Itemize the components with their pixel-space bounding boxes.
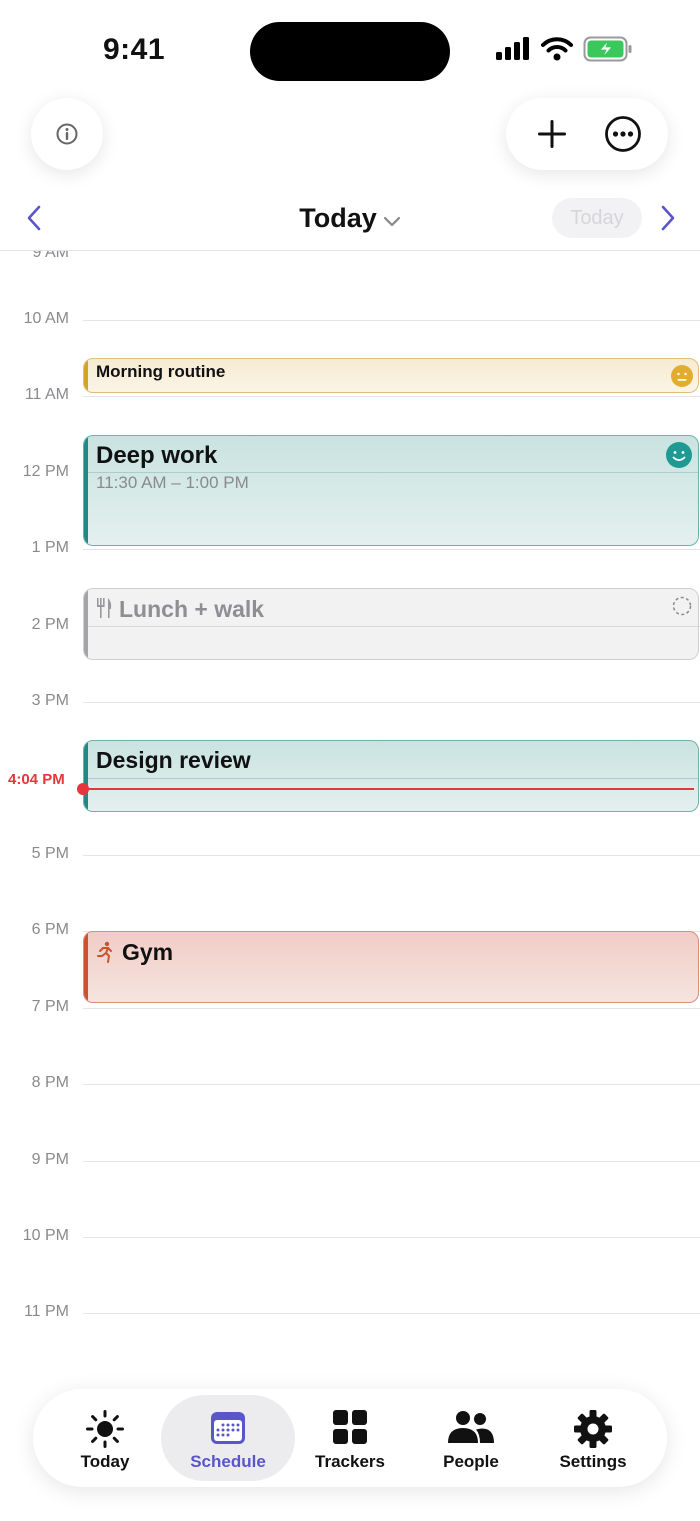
hour-line	[83, 320, 700, 321]
event-lunch-walk[interactable]: Lunch + walk	[83, 588, 699, 660]
hour-label: 6 PM	[31, 921, 69, 938]
hour-row: 11 AM	[0, 386, 700, 403]
event-color-bar	[84, 436, 88, 545]
pending-circle-icon	[672, 596, 692, 616]
hour-row: 5 PM	[0, 845, 700, 862]
event-design-review[interactable]: Design review	[83, 740, 699, 812]
status-icons	[495, 36, 633, 62]
tab-schedule[interactable]: Schedule	[161, 1395, 295, 1481]
hour-line	[83, 1084, 700, 1085]
more-button[interactable]	[598, 109, 648, 159]
event-divider	[88, 778, 698, 779]
people-icon	[448, 1411, 494, 1443]
battery-charging-icon	[583, 36, 632, 62]
hour-label: 7 PM	[31, 998, 69, 1015]
page-title: Today	[299, 203, 377, 233]
hour-label: 9 PM	[31, 1151, 69, 1168]
event-morning-routine[interactable]: Morning routine	[83, 358, 699, 393]
hour-row: 9 PM	[0, 1151, 700, 1168]
fork-knife-icon	[97, 598, 112, 618]
hour-line	[83, 549, 700, 550]
actions-pill	[506, 98, 668, 170]
event-time: 11:30 AM – 1:00 PM	[96, 473, 249, 492]
hour-row: 1 PM	[0, 539, 700, 556]
hour-row: 10 PM	[0, 1227, 700, 1244]
hour-row: 8 PM	[0, 1074, 700, 1091]
tab-today[interactable]: Today	[38, 1395, 172, 1481]
hour-label: 1 PM	[31, 539, 69, 556]
tab-label: Today	[80, 1452, 130, 1471]
hour-label: 10 PM	[22, 1227, 69, 1244]
tab-settings[interactable]: Settings	[526, 1395, 660, 1481]
hour-label: 8 PM	[31, 1074, 69, 1091]
neutral-face-icon	[671, 365, 693, 387]
today-button[interactable]: Today	[552, 198, 642, 238]
hour-row: 11 PM	[0, 1303, 700, 1320]
hour-label: 5 PM	[31, 845, 69, 862]
next-day-button[interactable]	[656, 203, 680, 233]
tab-bar: Today Schedule Trackers People Settings	[33, 1389, 667, 1487]
add-button[interactable]	[527, 109, 577, 159]
hour-label: 11 AM	[24, 386, 69, 403]
info-button[interactable]	[31, 98, 103, 170]
hour-row: 10 AM	[0, 310, 700, 327]
event-title: Morning routine	[96, 362, 226, 381]
event-color-bar	[84, 741, 88, 811]
hour-line	[83, 1161, 700, 1162]
tab-label: People	[443, 1452, 499, 1471]
chevron-right-icon	[661, 205, 675, 231]
tab-trackers[interactable]: Trackers	[283, 1395, 417, 1481]
event-title: Gym	[122, 939, 174, 965]
tab-people[interactable]: People	[404, 1395, 538, 1481]
event-color-bar	[84, 589, 88, 659]
info-icon	[56, 123, 78, 145]
tab-label: Settings	[559, 1452, 627, 1471]
event-deep-work[interactable]: Deep work 11:30 AM – 1:00 PM	[83, 435, 699, 546]
status-time: 9:41	[103, 33, 166, 66]
plus-icon	[537, 120, 566, 148]
hour-label: 12 PM	[22, 463, 69, 480]
grid-icon	[333, 1410, 367, 1444]
hour-label: 9 AM	[32, 251, 69, 261]
event-color-bar	[84, 359, 88, 392]
hour-row: 7 PM	[0, 998, 700, 1015]
hour-line	[83, 396, 700, 397]
hour-line	[83, 702, 700, 703]
wifi-icon	[541, 37, 573, 61]
calendar-icon	[211, 1412, 245, 1444]
hour-label: 11 PM	[23, 1303, 69, 1320]
event-gym[interactable]: Gym	[83, 931, 699, 1003]
smile-face-icon	[666, 442, 692, 468]
schedule-timeline[interactable]: 9 AM 10 AM 11 AM 12 PM 1 PM 2 PM 3 PM 5 …	[0, 251, 700, 1381]
event-color-bar	[84, 932, 88, 1002]
hour-row: 3 PM	[0, 692, 700, 709]
event-title: Deep work	[96, 442, 218, 469]
chevron-down-icon	[383, 204, 401, 235]
hour-line	[83, 1237, 700, 1238]
dynamic-island	[250, 22, 450, 81]
event-title: Lunch + walk	[119, 596, 265, 622]
hour-line	[83, 1008, 700, 1009]
hour-label: 3 PM	[31, 692, 69, 709]
current-time-line	[83, 788, 694, 790]
event-title: Design review	[96, 747, 251, 773]
running-icon	[97, 941, 112, 963]
tab-label: Schedule	[190, 1452, 266, 1471]
gear-icon	[574, 1410, 612, 1448]
sun-icon	[86, 1410, 124, 1448]
hour-line	[83, 1313, 700, 1314]
ellipsis-circle-icon	[604, 116, 641, 152]
date-nav: Today Today	[0, 190, 700, 250]
hour-line	[83, 855, 700, 856]
current-time-label: 4:04 PM	[8, 771, 65, 788]
hour-label: 10 AM	[23, 310, 69, 327]
signal-icon	[496, 37, 529, 60]
hour-row: 9 AM	[0, 251, 700, 261]
hour-label: 2 PM	[31, 616, 69, 633]
tab-label: Trackers	[315, 1452, 385, 1471]
event-divider	[88, 626, 698, 627]
